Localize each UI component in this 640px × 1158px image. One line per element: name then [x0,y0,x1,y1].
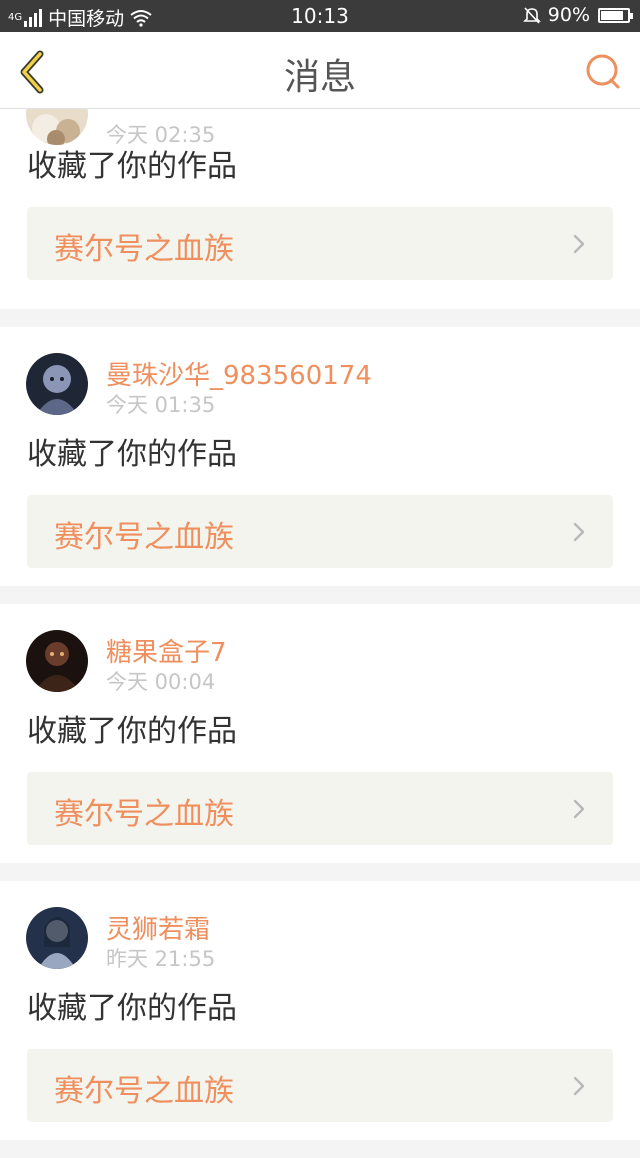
chevron-right-icon [573,234,585,254]
search-button[interactable] [584,52,624,92]
nav-bar: 消息 [0,32,640,109]
message-card: 今天 02:35 收藏了你的作品 赛尔号之血族 [0,83,640,309]
message-header: 糖果盒子7 今天 00:04 [0,604,640,712]
message-time: 昨天 21:55 [106,947,216,971]
page-title: 消息 [283,57,356,98]
avatar[interactable] [26,907,88,969]
chevron-right-icon [573,1076,585,1096]
status-right: 90% [522,4,633,26]
chevron-right-icon [573,799,585,819]
action-text: 收藏了你的作品 [27,991,237,1026]
mute-bell-icon [522,7,541,24]
message-card: 灵狮若霜 昨天 21:55 收藏了你的作品 赛尔号之血族 [0,881,640,1140]
work-title: 赛尔号之血族 [54,520,234,555]
action-text: 收藏了你的作品 [27,149,237,184]
message-time: 今天 02:35 [106,123,216,147]
avatar[interactable] [26,630,88,692]
work-link[interactable]: 赛尔号之血族 [27,207,613,280]
battery-percent: 90% [547,4,590,26]
message-header: 曼珠沙华_983560174 今天 01:35 [0,327,640,435]
username[interactable]: 灵狮若霜 [106,909,210,946]
search-icon [586,54,620,89]
avatar[interactable] [26,353,88,415]
username[interactable]: 曼珠沙华_983560174 [106,355,372,392]
work-link[interactable]: 赛尔号之血族 [27,772,613,845]
message-header: 今天 02:35 [0,83,640,147]
username[interactable]: 糖果盒子7 [106,632,227,669]
battery-icon [598,7,633,23]
message-time: 今天 01:35 [106,393,216,417]
work-title: 赛尔号之血族 [54,797,234,832]
work-title: 赛尔号之血族 [54,232,234,267]
message-feed[interactable]: 今天 02:35 收藏了你的作品 赛尔号之血族 曼珠沙华_983560174 今… [0,83,640,1158]
work-title: 赛尔号之血族 [54,1074,234,1109]
work-link[interactable]: 赛尔号之血族 [27,1049,613,1122]
message-header: 灵狮若霜 昨天 21:55 [0,881,640,989]
action-text: 收藏了你的作品 [27,437,237,472]
status-bar: 4G 中国移动 10:13 90% [0,0,640,32]
message-card: 曼珠沙华_983560174 今天 01:35 收藏了你的作品 赛尔号之血族 [0,327,640,586]
chevron-right-icon [573,522,585,542]
action-text: 收藏了你的作品 [27,714,237,749]
work-link[interactable]: 赛尔号之血族 [27,495,613,568]
message-time: 今天 00:04 [106,670,216,694]
message-card: 糖果盒子7 今天 00:04 收藏了你的作品 赛尔号之血族 [0,604,640,863]
